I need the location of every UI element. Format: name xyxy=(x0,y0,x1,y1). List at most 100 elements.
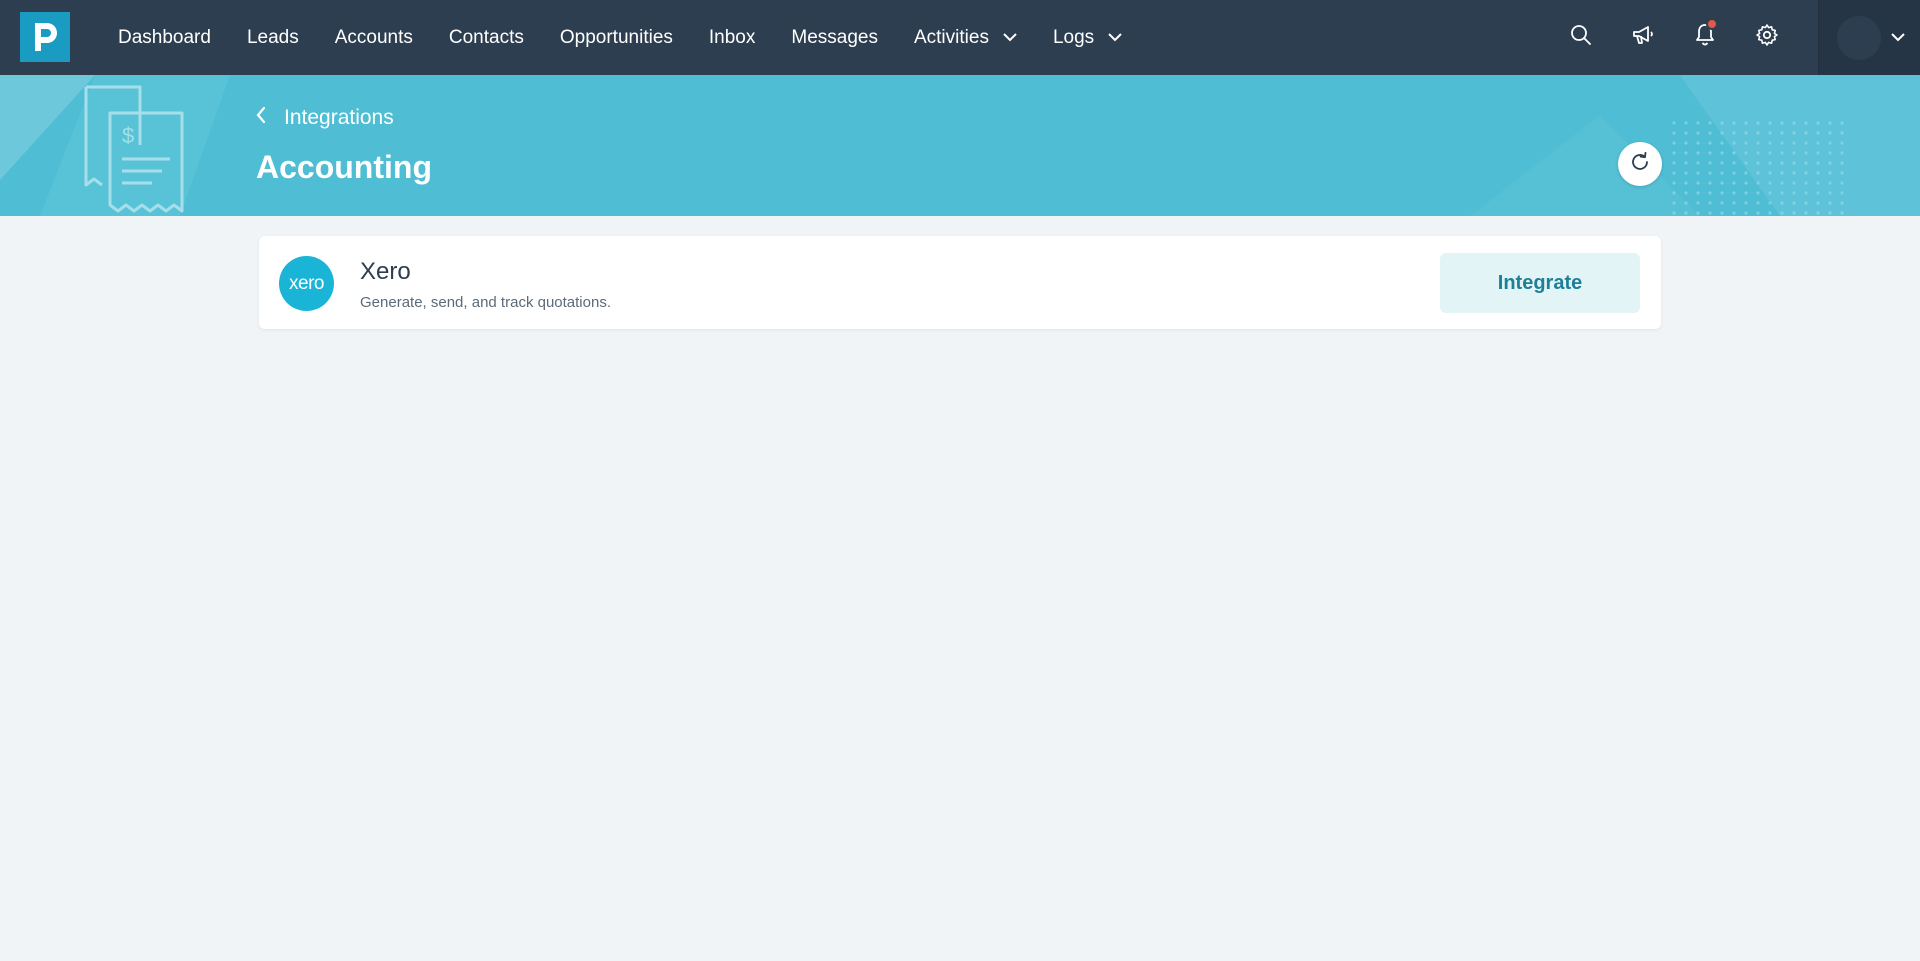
decorative-dot xyxy=(1792,161,1796,165)
profile-menu[interactable] xyxy=(1818,0,1920,75)
app-logo[interactable] xyxy=(20,12,70,62)
decorative-dot xyxy=(1756,141,1760,145)
decorative-dot xyxy=(1684,211,1688,215)
decorative-dot xyxy=(1780,121,1784,125)
svg-text:$: $ xyxy=(122,123,134,148)
decorative-dot xyxy=(1768,211,1772,215)
decorative-dot xyxy=(1792,131,1796,135)
nav-item-inbox[interactable]: Inbox xyxy=(691,0,773,75)
decorative-dot xyxy=(1792,201,1796,205)
nav-item-label: Accounts xyxy=(334,26,413,48)
decorative-dot xyxy=(1756,181,1760,185)
settings-button[interactable] xyxy=(1736,0,1798,75)
nav-item-opportunities[interactable]: Opportunities xyxy=(542,0,691,75)
decorative-dot xyxy=(1804,211,1808,215)
decorative-dot xyxy=(1804,161,1808,165)
decorative-dot xyxy=(1672,171,1676,175)
nav-item-contacts[interactable]: Contacts xyxy=(431,0,542,75)
decorative-dot xyxy=(1792,181,1796,185)
back-to-integrations-link[interactable]: Integrations xyxy=(256,106,394,130)
nav-item-label: Messages xyxy=(791,26,878,48)
decorative-dot xyxy=(1732,181,1736,185)
decorative-dot xyxy=(1828,131,1832,135)
notifications-button[interactable] xyxy=(1674,0,1736,75)
refresh-icon xyxy=(1629,151,1651,178)
decorative-dot xyxy=(1804,121,1808,125)
decorative-dot xyxy=(1828,121,1832,125)
decorative-dot xyxy=(1720,181,1724,185)
decorative-dot xyxy=(1816,171,1820,175)
breadcrumb-label: Integrations xyxy=(284,106,394,129)
decorative-dot xyxy=(1792,121,1796,125)
chevron-down-icon xyxy=(1108,33,1122,42)
nav-item-accounts[interactable]: Accounts xyxy=(317,0,431,75)
decorative-dot xyxy=(1840,141,1844,145)
decorative-dot xyxy=(1816,191,1820,195)
decorative-dot xyxy=(1744,211,1748,215)
nav-item-dashboard[interactable]: Dashboard xyxy=(100,0,229,75)
nav-item-activities[interactable]: Activities xyxy=(896,0,1035,75)
decorative-dot xyxy=(1744,191,1748,195)
decorative-dot xyxy=(1732,131,1736,135)
top-navigation: Dashboard Leads Accounts Contacts Opport… xyxy=(0,0,1920,75)
decorative-dot xyxy=(1816,131,1820,135)
notification-badge xyxy=(1706,18,1718,30)
decorative-dot xyxy=(1684,161,1688,165)
decorative-dot xyxy=(1780,161,1784,165)
integration-card-xero: xero Xero Generate, send, and track quot… xyxy=(259,236,1661,329)
xero-logo-text: xero xyxy=(289,272,324,294)
nav-item-label: Inbox xyxy=(708,26,756,48)
decorative-dot xyxy=(1780,131,1784,135)
decorative-dot xyxy=(1708,161,1712,165)
decorative-dot xyxy=(1672,151,1676,155)
decorative-dot xyxy=(1696,151,1700,155)
decorative-dot xyxy=(1816,211,1820,215)
decorative-dot xyxy=(1696,201,1700,205)
xero-logo: xero xyxy=(279,256,334,311)
search-icon xyxy=(1570,24,1592,51)
announcements-button[interactable] xyxy=(1612,0,1674,75)
decorative-dot xyxy=(1840,131,1844,135)
refresh-button[interactable] xyxy=(1618,142,1662,186)
decorative-dot xyxy=(1840,181,1844,185)
nav-item-label: Dashboard xyxy=(118,26,211,48)
decorative-dot xyxy=(1672,121,1676,125)
decorative-dot xyxy=(1756,121,1760,125)
decorative-dot xyxy=(1792,151,1796,155)
decorative-dot xyxy=(1840,151,1844,155)
decorative-dot xyxy=(1828,171,1832,175)
decorative-dot xyxy=(1768,201,1772,205)
decorative-dot xyxy=(1828,161,1832,165)
decorative-dot xyxy=(1804,191,1808,195)
decorative-dot xyxy=(1696,141,1700,145)
integrate-button[interactable]: Integrate xyxy=(1440,253,1640,313)
decorative-dot xyxy=(1696,121,1700,125)
decorative-dot xyxy=(1804,141,1808,145)
nav-item-leads[interactable]: Leads xyxy=(229,0,317,75)
nav-item-label: Leads xyxy=(246,26,299,48)
decorative-dot xyxy=(1768,141,1772,145)
gear-icon xyxy=(1755,23,1779,52)
decorative-dot xyxy=(1672,211,1676,215)
decorative-dot xyxy=(1720,141,1724,145)
search-button[interactable] xyxy=(1550,0,1612,75)
decorative-dot xyxy=(1828,191,1832,195)
decorative-dot xyxy=(1780,181,1784,185)
nav-item-label: Contacts xyxy=(448,26,524,48)
decorative-dot xyxy=(1816,201,1820,205)
decorative-dot xyxy=(1780,201,1784,205)
nav-item-logs[interactable]: Logs xyxy=(1035,0,1140,75)
chevron-down-icon xyxy=(1891,29,1905,47)
decorative-dot xyxy=(1684,151,1688,155)
decorative-dot xyxy=(1816,181,1820,185)
decorative-dot xyxy=(1732,211,1736,215)
decorative-dot xyxy=(1756,151,1760,155)
decorative-dot xyxy=(1840,201,1844,205)
decorative-dot xyxy=(1780,141,1784,145)
decorative-dot xyxy=(1756,161,1760,165)
integration-description: Generate, send, and track quotations. xyxy=(360,294,611,311)
decorative-dot xyxy=(1732,171,1736,175)
nav-item-messages[interactable]: Messages xyxy=(773,0,896,75)
decorative-dot xyxy=(1744,151,1748,155)
decorative-dot xyxy=(1768,131,1772,135)
